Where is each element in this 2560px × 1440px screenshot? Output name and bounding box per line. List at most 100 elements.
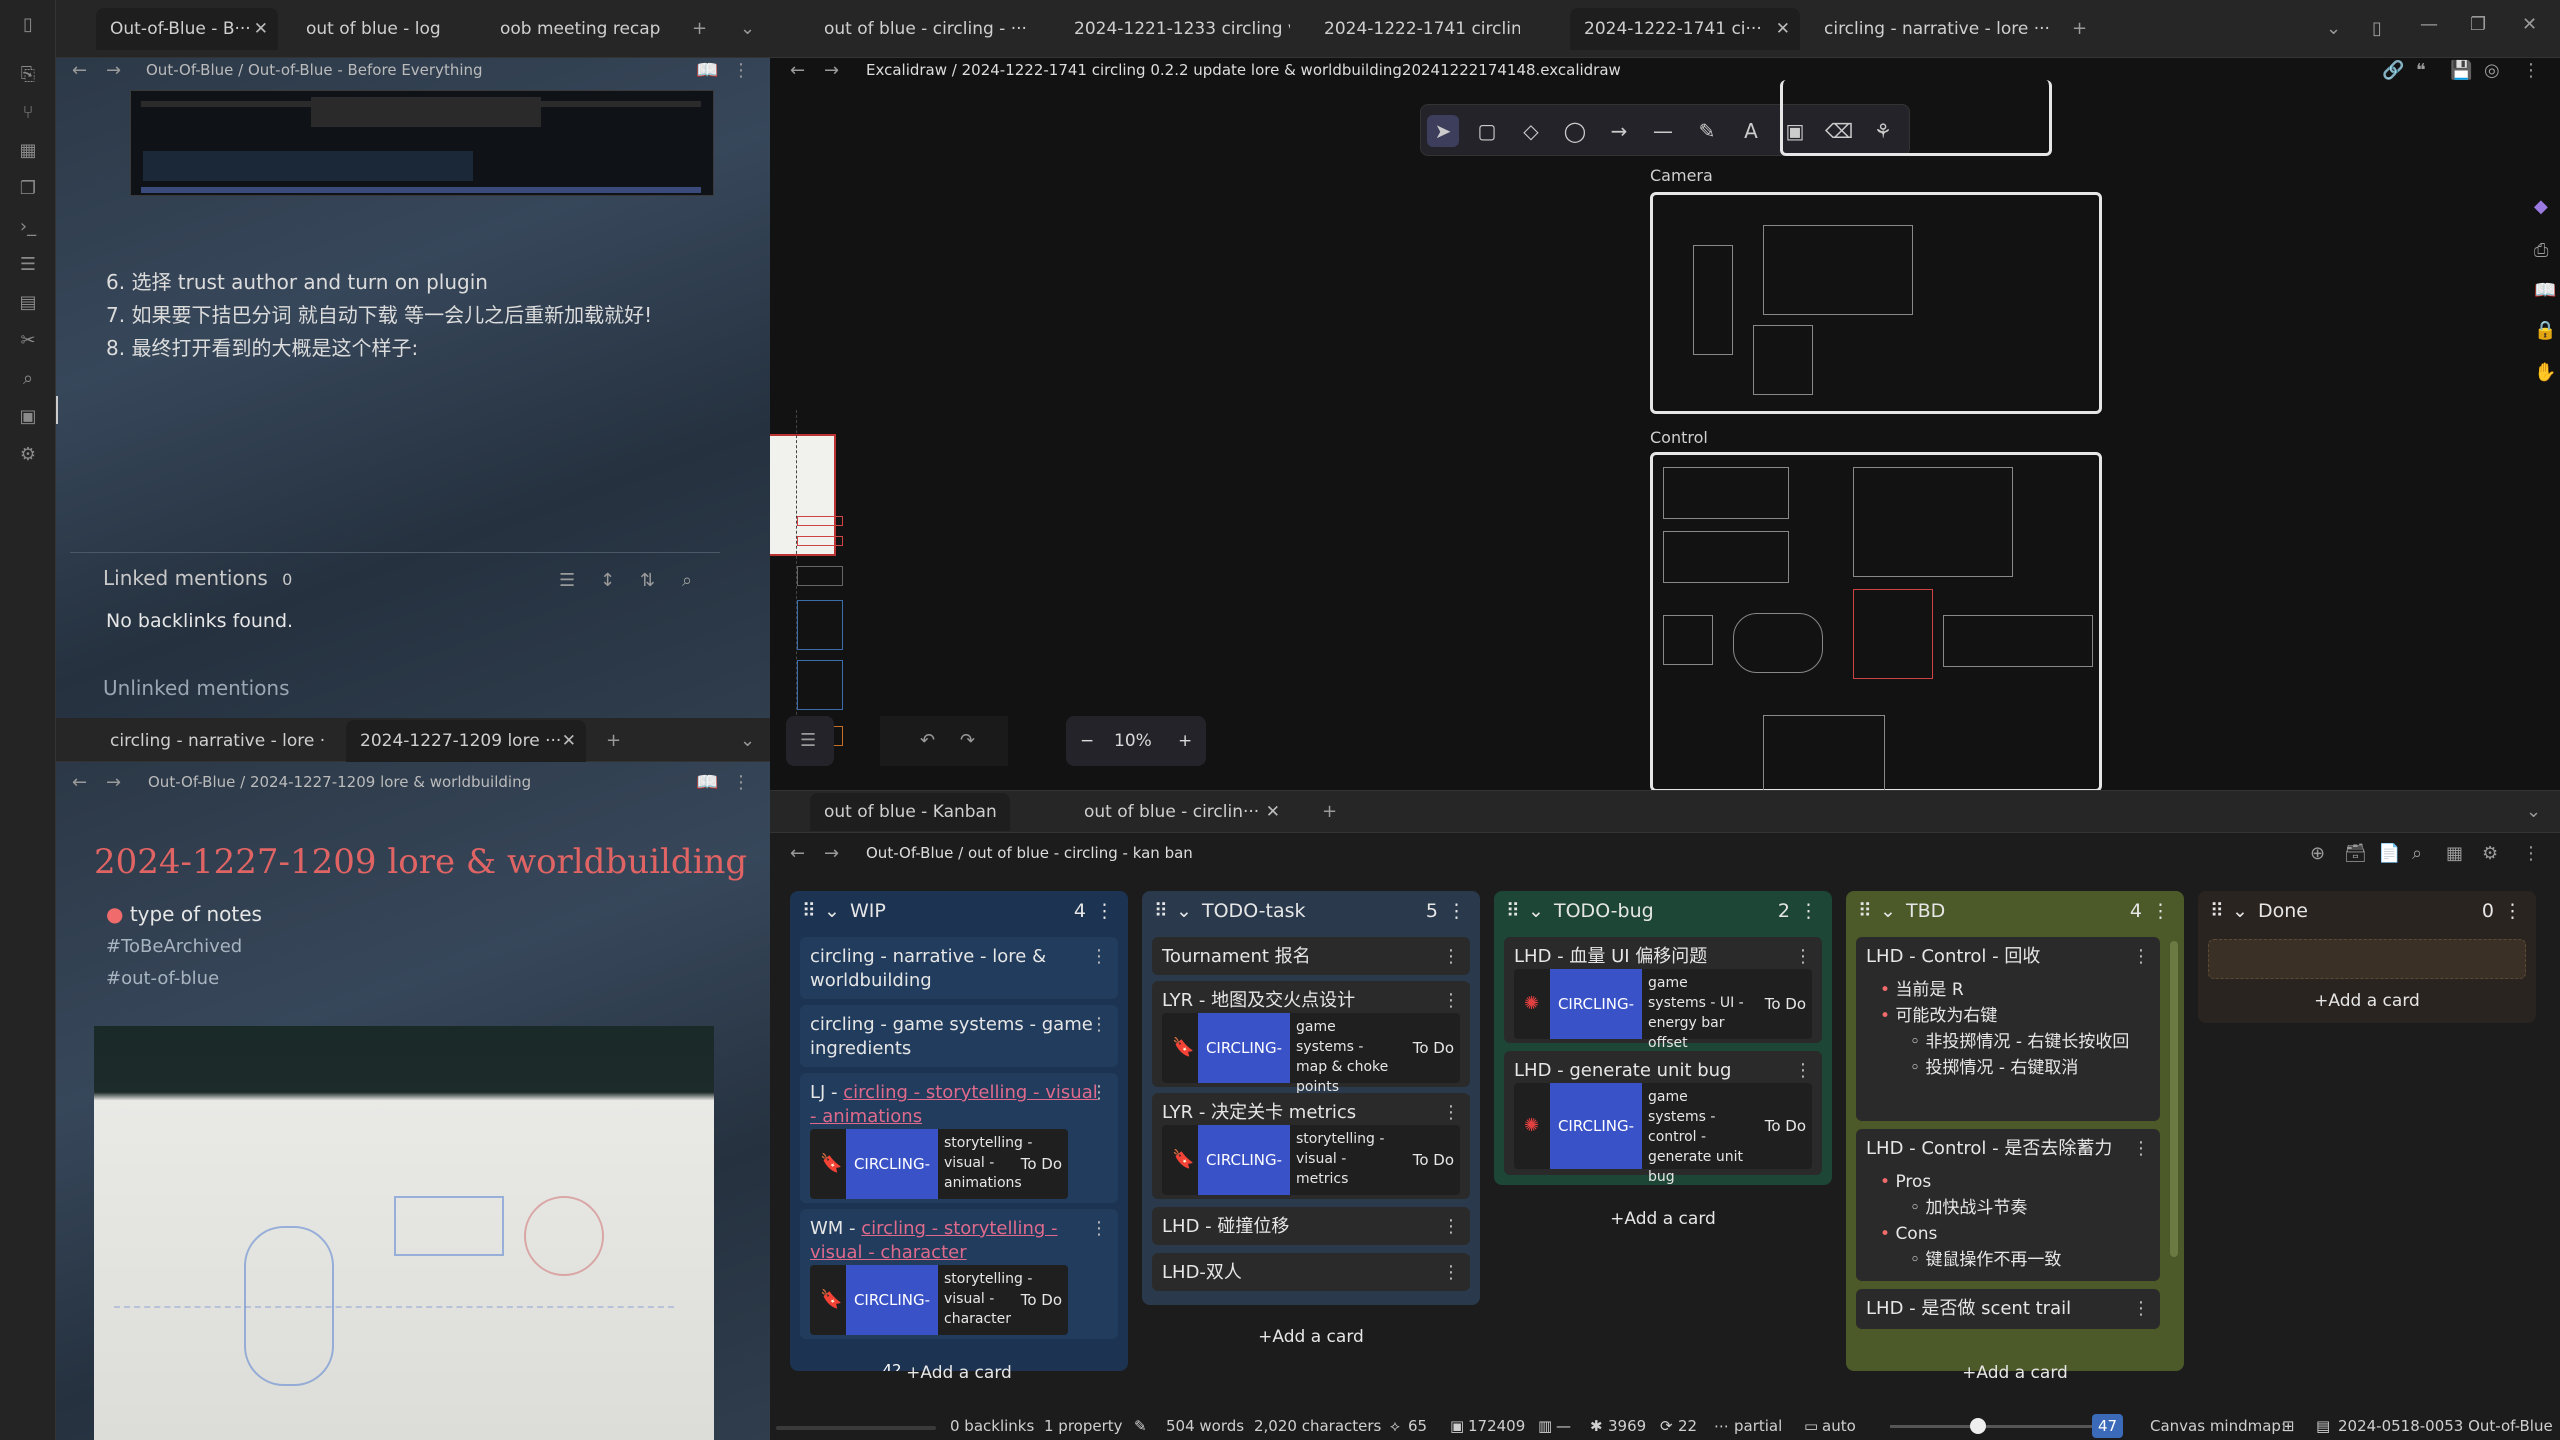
more-options-icon[interactable]: ⋮ — [1442, 1215, 1460, 1239]
hand-icon[interactable]: ✋ — [2534, 362, 2556, 384]
auto-status[interactable]: auto — [1822, 1412, 1856, 1440]
chevron-down-icon[interactable]: ⌄ — [2326, 18, 2341, 40]
more-options-icon[interactable]: ⋮ — [1442, 989, 1460, 1013]
close-icon[interactable]: ✕ — [1776, 8, 1790, 50]
ellipse-tool-icon[interactable]: ◯ — [1559, 115, 1591, 147]
frame-camera[interactable] — [1650, 192, 2102, 414]
chevron-down-icon[interactable]: ⌄ — [740, 18, 755, 40]
save-icon[interactable]: 💾 — [2450, 60, 2472, 82]
ticket-tag[interactable]: 🔖CIRCLING-60storytelling - visual - anim… — [810, 1129, 1068, 1243]
settings-icon[interactable]: ⚙ — [2482, 843, 2498, 865]
add-card-button[interactable]: +Add a card — [1846, 1363, 2184, 1383]
sidebar-toggle-icon[interactable]: ▯ — [16, 14, 40, 36]
back-icon[interactable]: ← — [790, 843, 805, 865]
more-options-icon[interactable]: ⋮ — [732, 60, 750, 82]
file-plus-icon[interactable]: ⎙ — [2534, 240, 2548, 262]
close-icon[interactable]: ✕ — [562, 720, 576, 762]
more-options-icon[interactable]: ⋮ — [1799, 891, 1818, 931]
breadcrumb[interactable]: Out-Of-Blue / Out-of-Blue - Before Every… — [146, 50, 483, 90]
more-options-icon[interactable]: ⋮ — [1794, 945, 1812, 969]
more-options-icon[interactable]: ⋮ — [2132, 1297, 2150, 1321]
frame-top[interactable] — [1780, 80, 2052, 156]
layout-icon[interactable]: ▤ — [16, 292, 40, 314]
crumb-root[interactable]: Out-Of-Blue — [146, 61, 233, 79]
zoom-in-button[interactable]: + — [1178, 716, 1192, 766]
document-icon[interactable]: 📄 — [2378, 843, 2400, 865]
tab-circling-v[interactable]: 2024-1221-1233 circling v··· — [1060, 8, 1290, 50]
crumb-page[interactable]: 2024-1227-1209 lore & worldbuilding — [250, 773, 531, 791]
tab-narrative-lore[interactable]: circling - narrative - lore ··· — [96, 720, 326, 762]
card[interactable]: LJ - circling - storytelling - visual - … — [800, 1073, 1118, 1243]
unlinked-mentions-header[interactable]: Unlinked mentions — [103, 676, 290, 700]
more-options-icon[interactable]: ⋮ — [1090, 945, 1108, 969]
ticket-tag[interactable]: ✺ CIRCLING-56game systems - UI - energy b… — [1514, 969, 1812, 1083]
undo-icon[interactable]: ↶ — [920, 730, 935, 752]
edit-icon[interactable]: ✎ — [1134, 1412, 1147, 1440]
brain-icon[interactable]: ◆ — [2534, 196, 2548, 218]
new-tab-icon[interactable]: + — [2072, 18, 2087, 40]
reading-view-icon[interactable]: 📖 — [696, 60, 718, 82]
tab-circling[interactable]: out of blue - circlin··· ✕ — [1070, 793, 1290, 831]
reading-view-icon[interactable]: 📖 — [696, 772, 718, 794]
more-options-icon[interactable]: ⋮ — [1447, 891, 1466, 931]
drag-handle-icon[interactable]: ⠿ — [1506, 891, 1520, 931]
search-icon[interactable]: ⌕ — [2412, 843, 2422, 865]
grid-icon[interactable]: ▦ — [16, 140, 40, 162]
archive-icon[interactable]: 🗃 — [2344, 843, 2367, 865]
chevron-down-icon[interactable]: ⌄ — [824, 891, 840, 931]
card[interactable]: circling - narrative - lore & worldbuild… — [800, 937, 1118, 999]
tab-before-everything[interactable]: Out-of-Blue - B··· ✕ — [96, 8, 278, 50]
link-icon[interactable]: 🔗 — [2382, 60, 2404, 82]
add-card-button[interactable]: +Add a card — [2198, 991, 2536, 1011]
tab-lore-worldbuilding[interactable]: 2024-1227-1209 lore ··· ✕ — [346, 720, 586, 762]
chevron-down-icon[interactable]: ⌄ — [740, 730, 755, 752]
back-icon[interactable]: ← — [790, 60, 805, 82]
zoom-level[interactable]: 10% — [1114, 716, 1152, 766]
more-options-icon[interactable]: ⋮ — [1095, 891, 1114, 931]
copy-icon[interactable]: ❐ — [16, 178, 40, 200]
tab-narrative-lore[interactable]: circling - narrative - lore ··· — [1810, 8, 2050, 50]
crumb-root[interactable]: Out-Of-Blue — [148, 773, 235, 791]
sidebar-toggle-icon[interactable]: ▯ — [2372, 18, 2382, 40]
tools-icon[interactable]: ✂ — [16, 330, 40, 352]
chevron-down-icon[interactable]: ⌄ — [2232, 891, 2248, 931]
files-icon[interactable]: ⎘ — [16, 64, 40, 86]
more-options-icon[interactable]: ⋮ — [1090, 1013, 1108, 1037]
tab-log[interactable]: out of blue - log — [292, 8, 462, 50]
forward-icon[interactable]: → — [106, 60, 121, 82]
more-options-icon[interactable]: ⋮ — [732, 772, 750, 794]
search-icon[interactable]: ⌕ — [16, 368, 40, 390]
card[interactable]: circling - game systems - game ingredien… — [800, 1005, 1118, 1067]
chevron-down-icon[interactable]: ⌄ — [1176, 891, 1192, 931]
lock-icon[interactable]: 🔒 — [2534, 320, 2556, 342]
crumb-page[interactable]: Out-of-Blue - Before Everything — [248, 61, 483, 79]
breadcrumb[interactable]: Out-Of-Blue / 2024-1227-1209 lore & worl… — [148, 762, 531, 802]
new-tab-icon[interactable]: + — [606, 730, 621, 752]
menu-button[interactable]: ☰ — [786, 716, 834, 766]
forward-icon[interactable]: → — [824, 843, 839, 865]
slider-handle[interactable] — [1970, 1418, 1986, 1434]
card[interactable]: LHD - Control - 是否去除蓄力 ⋮ • Pros ◦ 加快战斗节奏 … — [1856, 1129, 2160, 1281]
frame-control[interactable] — [1650, 452, 2102, 790]
chevron-down-icon[interactable]: ⌄ — [1528, 891, 1544, 931]
zoom-out-button[interactable]: − — [1080, 716, 1094, 766]
back-icon[interactable]: ← — [72, 60, 87, 82]
breadcrumb[interactable]: Out-Of-Blue / out of blue - circling - k… — [866, 833, 1193, 873]
chevron-down-icon[interactable]: ⌄ — [1880, 891, 1896, 931]
drag-handle-icon[interactable]: ⠿ — [802, 891, 816, 931]
drag-handle-icon[interactable]: ⠿ — [1154, 891, 1168, 931]
more-options-icon[interactable]: ⋮ — [2132, 1137, 2150, 1161]
drag-handle-icon[interactable]: ⠿ — [2210, 891, 2224, 931]
line-tool-icon[interactable]: — — [1647, 115, 1679, 147]
more-options-icon[interactable]: ⋮ — [1442, 945, 1460, 969]
new-tab-icon[interactable]: + — [1322, 801, 1337, 823]
card[interactable]: LHD - Control - 回收 ⋮ • 当前是 R • 可能改为右键 ◦ 非… — [1856, 937, 2160, 1121]
card[interactable]: LHD - 碰撞位移 ⋮ — [1152, 1207, 1470, 1245]
quote-icon[interactable]: ❝ — [2416, 60, 2426, 82]
theme-icon[interactable]: ◎ — [2484, 60, 2500, 82]
terminal-icon[interactable]: ›_ — [16, 216, 40, 238]
partial-status[interactable]: partial — [1734, 1412, 1782, 1440]
more-options-icon[interactable]: ⋮ — [1442, 1101, 1460, 1125]
slider-track[interactable] — [1890, 1425, 2110, 1428]
add-card-button[interactable]: +Add a card — [1142, 1327, 1480, 1347]
